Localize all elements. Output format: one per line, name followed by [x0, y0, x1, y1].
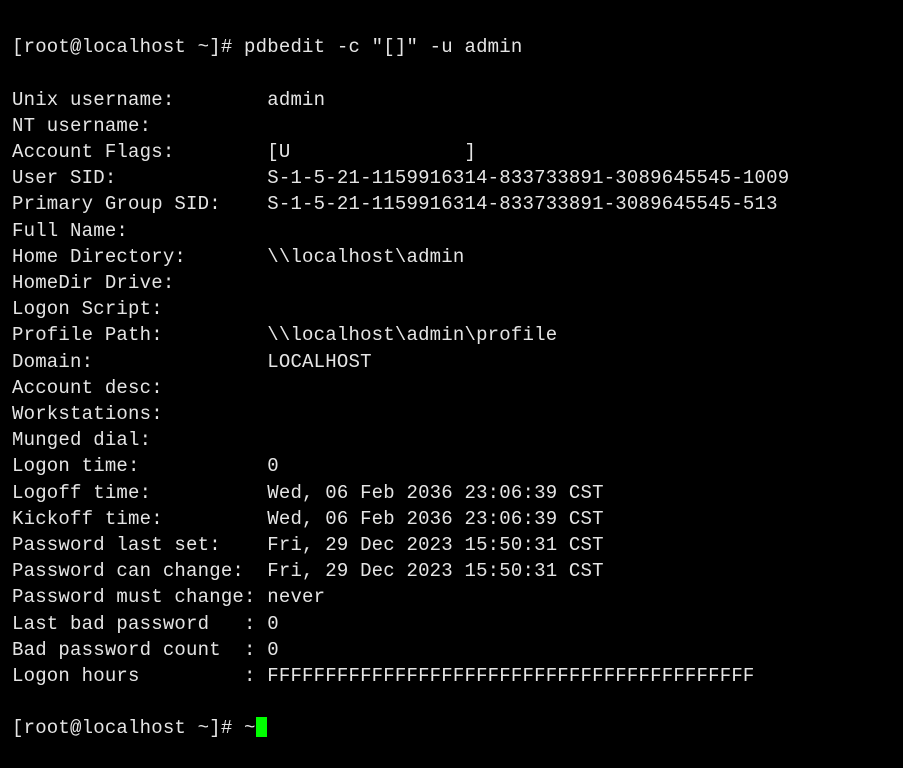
field-label: Logon hours :: [12, 665, 267, 687]
output-line: Kickoff time: Wed, 06 Feb 2036 23:06:39 …: [12, 506, 891, 532]
field-label: Bad password count :: [12, 639, 267, 661]
output-line: Password can change: Fri, 29 Dec 2023 15…: [12, 558, 891, 584]
output-line: Password last set: Fri, 29 Dec 2023 15:5…: [12, 532, 891, 558]
typed-char: ~: [244, 717, 256, 739]
prompt-user-host: [root@localhost ~]#: [12, 36, 244, 58]
field-value: S-1-5-21-1159916314-833733891-3089645545…: [267, 193, 777, 215]
field-label: Logon time:: [12, 455, 267, 477]
field-value: Fri, 29 Dec 2023 15:50:31 CST: [267, 534, 603, 556]
field-value: \\localhost\admin\profile: [267, 324, 557, 346]
command-text: pdbedit -c "[]" -u admin: [244, 36, 522, 58]
output-line: Account Flags: [U ]: [12, 139, 891, 165]
output-line: NT username:: [12, 113, 891, 139]
field-label: Password last set:: [12, 534, 267, 556]
field-value: 0: [267, 613, 279, 635]
output-line: Logoff time: Wed, 06 Feb 2036 23:06:39 C…: [12, 480, 891, 506]
output-line: Full Name:: [12, 218, 891, 244]
field-label: Kickoff time:: [12, 508, 267, 530]
output-line: HomeDir Drive:: [12, 270, 891, 296]
field-label: HomeDir Drive:: [12, 272, 174, 294]
field-label: Workstations:: [12, 403, 163, 425]
terminal-output[interactable]: [root@localhost ~]# pdbedit -c "[]" -u a…: [12, 8, 891, 768]
output-line: Workstations:: [12, 401, 891, 427]
output-line: Unix username: admin: [12, 87, 891, 113]
output-line: Last bad password : 0: [12, 611, 891, 637]
field-label: Profile Path:: [12, 324, 267, 346]
field-label: Password must change:: [12, 586, 267, 608]
field-value: admin: [267, 89, 325, 111]
output-line: Logon Script:: [12, 296, 891, 322]
prompt-line-2[interactable]: [root@localhost ~]# ~: [12, 715, 891, 741]
field-label: Account Flags:: [12, 141, 267, 163]
field-value: FFFFFFFFFFFFFFFFFFFFFFFFFFFFFFFFFFFFFFFF…: [267, 665, 754, 687]
output-fields: Unix username: adminNT username:Account …: [12, 87, 891, 690]
output-line: Primary Group SID: S-1-5-21-1159916314-8…: [12, 191, 891, 217]
field-label: NT username:: [12, 115, 151, 137]
field-value: Fri, 29 Dec 2023 15:50:31 CST: [267, 560, 603, 582]
field-label: User SID:: [12, 167, 267, 189]
prompt-user-host: [root@localhost ~]#: [12, 717, 244, 739]
output-line: Password must change: never: [12, 584, 891, 610]
field-value: LOCALHOST: [267, 351, 371, 373]
output-line: Logon hours : FFFFFFFFFFFFFFFFFFFFFFFFFF…: [12, 663, 891, 689]
field-label: Domain:: [12, 351, 267, 373]
field-label: Munged dial:: [12, 429, 151, 451]
output-line: Munged dial:: [12, 427, 891, 453]
field-value: \\localhost\admin: [267, 246, 464, 268]
output-line: Account desc:: [12, 375, 891, 401]
field-value: Wed, 06 Feb 2036 23:06:39 CST: [267, 508, 603, 530]
field-label: Logoff time:: [12, 482, 267, 504]
field-label: Account desc:: [12, 377, 163, 399]
output-line: Logon time: 0: [12, 453, 891, 479]
field-label: Password can change:: [12, 560, 267, 582]
field-value: [U ]: [267, 141, 476, 163]
field-label: Full Name:: [12, 220, 128, 242]
output-line: Domain: LOCALHOST: [12, 349, 891, 375]
prompt-line-1: [root@localhost ~]# pdbedit -c "[]" -u a…: [12, 34, 891, 60]
output-line: Home Directory: \\localhost\admin: [12, 244, 891, 270]
field-value: 0: [267, 639, 279, 661]
field-label: Primary Group SID:: [12, 193, 267, 215]
field-value: S-1-5-21-1159916314-833733891-3089645545…: [267, 167, 789, 189]
output-line: Bad password count : 0: [12, 637, 891, 663]
field-label: Last bad password :: [12, 613, 267, 635]
output-line: User SID: S-1-5-21-1159916314-833733891-…: [12, 165, 891, 191]
field-label: Unix username:: [12, 89, 267, 111]
field-value: never: [267, 586, 325, 608]
field-label: Home Directory:: [12, 246, 267, 268]
field-value: 0: [267, 455, 279, 477]
field-label: Logon Script:: [12, 298, 163, 320]
cursor-block: [256, 717, 267, 737]
field-value: Wed, 06 Feb 2036 23:06:39 CST: [267, 482, 603, 504]
output-line: Profile Path: \\localhost\admin\profile: [12, 322, 891, 348]
